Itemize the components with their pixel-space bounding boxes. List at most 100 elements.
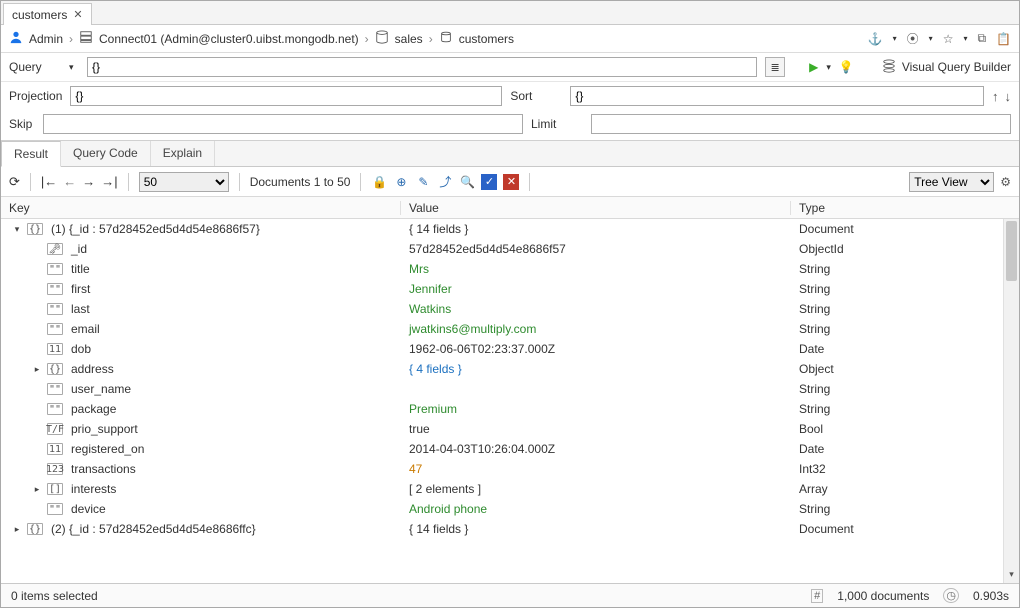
field-type-icon: 11 [47, 343, 63, 355]
col-type[interactable]: Type [791, 201, 1019, 215]
tab-label: customers [12, 8, 67, 22]
row-value[interactable]: Mrs [401, 262, 791, 276]
paste-icon[interactable]: 📋 [996, 32, 1011, 46]
breadcrumb-collection[interactable]: customers [459, 32, 514, 46]
add-document-button[interactable]: ⊕ [393, 175, 409, 189]
chevron-right-icon[interactable]: ▸ [31, 364, 43, 375]
status-selection: 0 items selected [11, 589, 98, 603]
validate-button[interactable]: ✓ [481, 174, 497, 190]
chevron-down-icon[interactable]: ▾ [11, 224, 23, 235]
edit-document-button[interactable]: ✎ [415, 175, 431, 189]
tree-row[interactable]: ·11dob1962-06-06T02:23:37.000ZDate [1, 339, 1019, 359]
delete-button[interactable]: ✕ [503, 174, 519, 190]
tree-row[interactable]: ·11registered_on2014-04-03T10:26:04.000Z… [1, 439, 1019, 459]
visual-query-builder-button[interactable]: Visual Query Builder [882, 59, 1011, 76]
tree-row[interactable]: ·""firstJenniferString [1, 279, 1019, 299]
prev-page-button[interactable]: ← [63, 174, 76, 189]
tab-result[interactable]: Result [1, 141, 61, 167]
row-value[interactable]: [ 2 elements ] [401, 482, 791, 496]
hint-icon[interactable]: 💡 [839, 60, 854, 74]
tree-row[interactable]: ·""titleMrsString [1, 259, 1019, 279]
next-page-button[interactable]: → [82, 174, 95, 189]
row-type: Date [791, 442, 1019, 456]
row-type: Bool [791, 422, 1019, 436]
query-options-button[interactable]: ≣ [765, 57, 785, 77]
target-icon[interactable]: ⦿ [907, 30, 919, 47]
tree-row[interactable]: ·""deviceAndroid phoneString [1, 499, 1019, 519]
chevron-right-icon[interactable]: ▸ [31, 484, 43, 495]
row-value[interactable]: 2014-04-03T10:26:04.000Z [401, 442, 791, 456]
row-value[interactable]: { 14 fields } [401, 222, 791, 236]
lock-icon[interactable]: 🔒 [371, 175, 387, 189]
tree-row[interactable]: ·""lastWatkinsString [1, 299, 1019, 319]
row-key: (2) {_id : 57d28452ed5d4d54e8686ffc} [51, 522, 256, 536]
first-page-button[interactable]: |← [41, 174, 57, 189]
limit-input[interactable] [591, 114, 1011, 134]
page-size-select[interactable]: 50 [139, 172, 229, 192]
field-type-icon: {} [27, 223, 43, 235]
sort-direction: ↑ ↓ [992, 89, 1011, 104]
row-value[interactable]: Jennifer [401, 282, 791, 296]
col-key[interactable]: Key [1, 201, 401, 215]
tree-row[interactable]: ·T/Fprio_supporttrueBool [1, 419, 1019, 439]
star-icon[interactable]: ☆ [943, 32, 954, 46]
gear-icon[interactable]: ⚙ [1000, 175, 1011, 189]
tab-customers[interactable]: customers ✕ [3, 3, 92, 25]
row-value[interactable]: jwatkins6@multiply.com [401, 322, 791, 336]
sort-input[interactable] [570, 86, 984, 106]
export-button[interactable]: ⤴ [437, 173, 453, 190]
tree-row[interactable]: ·""emailjwatkins6@multiply.comString [1, 319, 1019, 339]
refresh-button[interactable]: ⟳ [9, 174, 20, 190]
breadcrumb: Admin › Connect01 (Admin@cluster0.uibst.… [1, 25, 1019, 53]
skip-input[interactable] [43, 114, 523, 134]
tree-row[interactable]: ·123transactions47Int32 [1, 459, 1019, 479]
caret-placeholder: · [31, 264, 43, 274]
row-value[interactable]: 1962-06-06T02:23:37.000Z [401, 342, 791, 356]
close-icon[interactable]: ✕ [73, 8, 82, 21]
row-value[interactable]: { 4 fields } [401, 362, 791, 376]
col-value[interactable]: Value [401, 201, 791, 215]
tree-row[interactable]: ▸{}address{ 4 fields }Object [1, 359, 1019, 379]
row-value[interactable]: 57d28452ed5d4d54e8686f57 [401, 242, 791, 256]
field-type-icon: 🗝 [47, 243, 63, 255]
row-value[interactable]: Premium [401, 402, 791, 416]
row-value[interactable]: 47 [401, 462, 791, 476]
tree-row[interactable]: ·""user_nameString [1, 379, 1019, 399]
anchor-icon[interactable]: ⚓ [868, 32, 883, 46]
row-type: String [791, 322, 1019, 336]
chevron-right-icon: › [429, 32, 433, 46]
tree-row[interactable]: ▸{}(2) {_id : 57d28452ed5d4d54e8686ffc}{… [1, 519, 1019, 539]
row-value[interactable]: true [401, 422, 791, 436]
row-key: transactions [71, 462, 136, 476]
projection-input[interactable] [70, 86, 502, 106]
limit-label: Limit [531, 117, 583, 131]
breadcrumb-connection[interactable]: Connect01 (Admin@cluster0.uibst.mongodb.… [99, 32, 359, 46]
tree-row[interactable]: ·""packagePremiumString [1, 399, 1019, 419]
tab-explain[interactable]: Explain [151, 141, 215, 166]
row-value[interactable]: { 14 fields } [401, 522, 791, 536]
tree-row[interactable]: ▸[]interests[ 2 elements ]Array [1, 479, 1019, 499]
copy-icon[interactable]: ⧉ [977, 31, 986, 46]
run-query-button[interactable]: ▶ [809, 60, 818, 74]
tab-query-code[interactable]: Query Code [61, 141, 151, 166]
last-page-button[interactable]: →| [101, 174, 117, 189]
view-json-button[interactable]: 🔍 [459, 175, 475, 189]
scroll-thumb[interactable] [1006, 221, 1017, 281]
row-key: email [71, 322, 100, 336]
breadcrumb-user[interactable]: Admin [29, 32, 63, 46]
sort-asc-button[interactable]: ↑ [992, 89, 999, 104]
scrollbar[interactable]: ▴ ▾ [1003, 219, 1019, 583]
scroll-down-icon[interactable]: ▾ [1004, 569, 1019, 583]
tree-row[interactable]: ·🗝_id57d28452ed5d4d54e8686f57ObjectId [1, 239, 1019, 259]
tree-row[interactable]: ▾{}(1) {_id : 57d28452ed5d4d54e8686f57}{… [1, 219, 1019, 239]
query-input[interactable] [87, 57, 757, 77]
sort-label: Sort [510, 89, 562, 103]
row-value[interactable]: Watkins [401, 302, 791, 316]
run-dropdown[interactable]: ▾ [826, 62, 831, 73]
view-mode-select[interactable]: Tree View [909, 172, 994, 192]
row-value[interactable]: Android phone [401, 502, 791, 516]
query-history-dropdown[interactable]: ▾ [69, 62, 79, 73]
chevron-right-icon[interactable]: ▸ [11, 524, 23, 535]
sort-desc-button[interactable]: ↓ [1005, 89, 1012, 104]
breadcrumb-db[interactable]: sales [395, 32, 423, 46]
